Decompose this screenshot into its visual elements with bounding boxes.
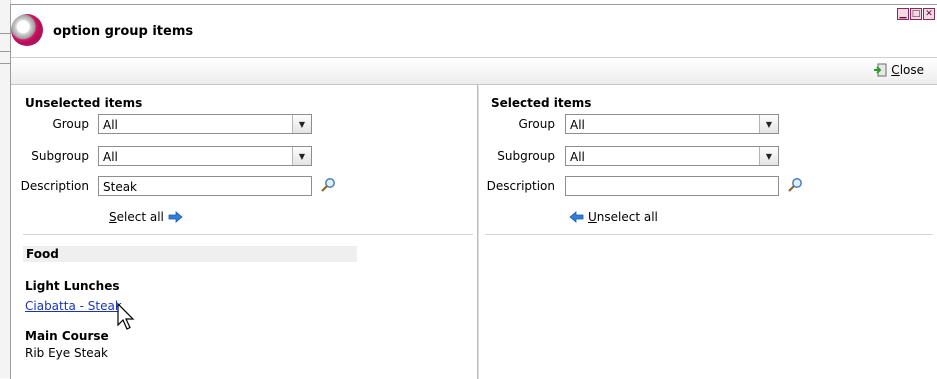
title-bar[interactable]: option group items ▁ □ ✕: [11, 5, 937, 57]
select-all-button[interactable]: Select all: [109, 210, 183, 224]
group-label: Group: [52, 117, 89, 131]
selected-items-title: Selected items: [491, 96, 592, 110]
search-icon[interactable]: [320, 177, 336, 193]
unselect-all-label: Unselect all: [588, 210, 658, 224]
category-title: Food: [26, 247, 59, 261]
mouse-pointer-icon: [117, 302, 135, 330]
window-title: option group items: [53, 24, 194, 39]
app-logo-icon: [11, 14, 43, 46]
exit-door-icon: [874, 63, 887, 77]
search-icon[interactable]: [787, 177, 803, 193]
chevron-down-icon[interactable]: ▼: [292, 147, 311, 165]
subgroup-label: Subgroup: [31, 149, 89, 163]
group-select-value: All: [103, 118, 118, 132]
selected-subgroup-select[interactable]: All ▼: [565, 146, 779, 166]
chevron-down-icon[interactable]: ▼: [759, 147, 778, 165]
maximize-icon[interactable]: □: [910, 8, 922, 20]
selected-subgroup-select-value: All: [570, 150, 585, 164]
group-title-light-lunches: Light Lunches: [25, 279, 120, 293]
selected-description-input[interactable]: [565, 176, 779, 196]
item-rib-eye-steak: Rib Eye Steak: [25, 346, 108, 360]
chevron-down-icon[interactable]: ▼: [759, 115, 778, 133]
arrow-right-icon: [168, 211, 183, 223]
subgroup-label: Subgroup: [497, 149, 555, 163]
background-divider: [0, 51, 10, 52]
subgroup-select-value: All: [103, 150, 118, 164]
description-label: Description: [20, 179, 89, 193]
selected-group-select-value: All: [570, 118, 585, 132]
chevron-down-icon[interactable]: ▼: [292, 115, 311, 133]
minimize-icon[interactable]: ▁: [897, 8, 909, 20]
group-select[interactable]: All ▼: [98, 114, 312, 134]
window-controls: ▁ □ ✕: [897, 8, 935, 20]
select-all-label: Select all: [109, 210, 164, 224]
item-ciabatta-steak-link[interactable]: Ciabatta - Steak: [25, 299, 122, 313]
description-label: Description: [486, 179, 555, 193]
group-label: Group: [518, 117, 555, 131]
close-button[interactable]: Close: [873, 63, 924, 77]
close-window-icon[interactable]: ✕: [923, 8, 935, 20]
description-input[interactable]: Steak: [98, 176, 312, 196]
arrow-left-icon: [569, 211, 584, 223]
right-separator: [485, 234, 933, 235]
subgroup-select[interactable]: All ▼: [98, 146, 312, 166]
group-title-main-course: Main Course: [25, 329, 109, 343]
background-divider: [0, 63, 10, 64]
selected-group-select[interactable]: All ▼: [565, 114, 779, 134]
close-button-label: Close: [891, 63, 924, 77]
toolbar: Close: [11, 57, 937, 85]
description-input-value: Steak: [103, 180, 138, 194]
left-separator: [23, 234, 473, 235]
category-header: Food: [23, 246, 357, 262]
unselected-items-title: Unselected items: [25, 96, 143, 110]
content-area: Unselected items Group All ▼ Subgroup Al…: [11, 84, 937, 379]
unselect-all-button[interactable]: Unselect all: [569, 210, 658, 224]
option-group-items-window: option group items ▁ □ ✕ Close Unselecte…: [10, 4, 937, 379]
background-divider: [0, 33, 10, 34]
